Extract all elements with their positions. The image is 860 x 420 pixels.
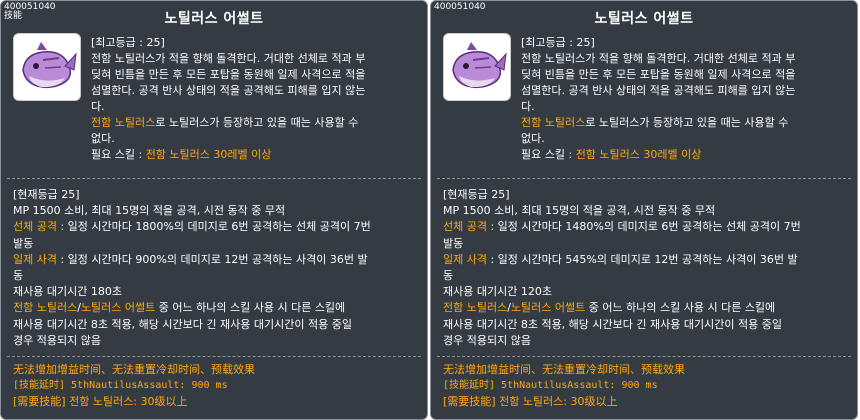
desc-line: 다. (91, 100, 105, 113)
desc-line: 전함 노틸러스가 적을 향해 돌격한다. 거대한 선체로 적과 부 (521, 52, 796, 65)
divider (437, 356, 851, 357)
required-skill: 필요 스킬 : 전함 노틸러스 30레벨 이상 (91, 147, 421, 163)
required-skill-value: 전함 노틸러스 30레벨 이상 (575, 148, 702, 161)
hull-attack-cont: 발동 (443, 236, 464, 250)
salvo-text: : 일정 시간마다 900%의 데미지로 12번 공격하는 사격이 36번 발 (56, 252, 368, 266)
skill-tooltip-left: 400051040 技能 노틸러스 어썰트 [최고등급 : 25] 전함 노틸러… (0, 0, 428, 420)
footer-delay: [技能延时] 5thNautilusAssault: 900 ms (13, 380, 228, 391)
skill-description: [최고등급 : 25] 전함 노틸러스가 적을 향해 돌격한다. 거대한 선체로… (521, 35, 851, 163)
skill-title: 노틸러스 어썰트 (164, 11, 264, 27)
current-level: [현재등급 25] (443, 188, 510, 201)
divider (7, 178, 421, 179)
cooldown: 재사용 대기시간 180초 (13, 285, 122, 299)
shared-skill-a: 전함 노틸러스 (13, 301, 78, 315)
skill-tooltip-right: 400051040 노틸러스 어썰트 [최고등급 : 25] 전함 노틸러스가 … (430, 0, 858, 420)
max-level: [최고등급 : 25] (91, 36, 165, 49)
salvo-cont: 동 (13, 269, 24, 283)
shared-text: 중 어느 하나의 스킬 사용 시 다른 스킬에 (155, 301, 346, 315)
nautilus-whale-icon (443, 33, 511, 101)
cooldown: 재사용 대기시간 120초 (443, 285, 552, 299)
current-level: [현재등급 25] (13, 188, 80, 201)
footer-flags: 无法增加增益时间、无法重置冷却时间、预载效果 (13, 363, 255, 376)
skill-description: [최고등급 : 25] 전함 노틸러스가 적을 향해 돌격한다. 거대한 선체로… (91, 35, 421, 163)
divider (437, 178, 851, 179)
desc-line: 섬멸한다. 공격 반사 상태의 적을 공격해도 피해를 입지 않는 (91, 84, 366, 97)
hull-attack-text: : 일정 시간마다 1800%의 데미지로 6번 공격하는 선체 공격이 7번 (56, 220, 371, 234)
salvo-cont: 동 (443, 269, 454, 283)
desc-line: 딪혀 빈틈을 만든 후 모든 포탑을 동원해 일제 사격으로 적을 (91, 68, 366, 81)
hull-attack-line: 선체 공격 : 일정 시간마다 1800%의 데미지로 6번 공격하는 선체 공… (13, 219, 423, 235)
shared-cooldown-cont: 경우 적용되지 않음 (13, 333, 101, 347)
shared-skill-a: 전함 노틸러스 (443, 301, 508, 315)
shared-skill-b: 노틸러스 어썰트 (80, 301, 156, 315)
condition-skill-name: 전함 노틸러스 (521, 116, 586, 129)
mp-cost-line: MP 1500 소비, 최대 15명의 적을 공격, 시전 동작 중 무적 (443, 204, 716, 218)
usage-condition-cont: 없다. (91, 132, 115, 145)
usage-condition-cont: 없다. (521, 132, 545, 145)
condition-skill-name: 전함 노틸러스 (91, 116, 156, 129)
usage-condition: 전함 노틸러스로 노틸러스가 등장하고 있을 때는 사용할 수 (91, 115, 421, 131)
shared-text: 중 어느 하나의 스킬 사용 시 다른 스킬에 (585, 301, 776, 315)
current-level-info: [현재등급 25] MP 1500 소비, 최대 15명의 적을 공격, 시전 … (13, 187, 423, 349)
footer-required: [需要技能] 전함 노틸러스: 30级以上 (13, 395, 188, 408)
required-skill-value: 전함 노틸러스 30레벨 이상 (145, 148, 272, 161)
shared-cooldown-cont: 재사용 대기시간 8초 적용, 해당 시간보다 긴 재사용 대기시간이 적용 중… (443, 317, 782, 331)
footer-required: [需要技能] 전함 노틸러스: 30级以上 (443, 395, 618, 408)
salvo-line: 일제 사격 : 일정 시간마다 545%의 데미지로 12번 공격하는 사격이 … (443, 252, 853, 268)
usage-condition: 전함 노틸러스로 노틸러스가 등장하고 있을 때는 사용할 수 (521, 115, 851, 131)
hull-attack-cont: 발동 (13, 236, 34, 250)
salvo-label: 일제 사격 (13, 252, 57, 266)
shared-skill-b: 노틸러스 어썰트 (510, 301, 586, 315)
shared-cooldown-cont: 재사용 대기시간 8초 적용, 해당 시간보다 긴 재사용 대기시간이 적용 중… (13, 317, 352, 331)
shared-cooldown-cont: 경우 적용되지 않음 (443, 333, 531, 347)
condition-text: 로 노틸러스가 등장하고 있을 때는 사용할 수 (585, 116, 789, 129)
footer-flags: 无法增加增益时间、无法重置冷却时间、预载效果 (443, 363, 685, 376)
footer-delay: [技能延时] 5thNautilusAssault: 900 ms (443, 380, 658, 391)
nautilus-whale-icon (13, 33, 81, 101)
required-skill: 필요 스킬 : 전함 노틸러스 30레벨 이상 (521, 147, 851, 163)
desc-line: 다. (521, 100, 535, 113)
footer-info: 无法增加增益时间、无法重置冷却时间、预载效果 [技能延时] 5thNautilu… (13, 362, 423, 410)
condition-text: 로 노틸러스가 등장하고 있을 때는 사용할 수 (155, 116, 359, 129)
desc-line: 딪혀 빈틈을 만든 후 모든 포탑을 동원해 일제 사격으로 적을 (521, 68, 796, 81)
max-level: [최고등급 : 25] (521, 36, 595, 49)
hull-attack-line: 선체 공격 : 일정 시간마다 1480%의 데미지로 6번 공격하는 선체 공… (443, 219, 853, 235)
skill-title: 노틸러스 어썰트 (594, 11, 694, 27)
desc-line: 전함 노틸러스가 적을 향해 돌격한다. 거대한 선체로 적과 부 (91, 52, 366, 65)
current-level-info: [현재등급 25] MP 1500 소비, 최대 15명의 적을 공격, 시전 … (443, 187, 853, 349)
mp-cost-line: MP 1500 소비, 최대 15명의 적을 공격, 시전 동작 중 무적 (13, 204, 286, 218)
hull-attack-label: 선체 공격 (443, 220, 487, 234)
salvo-line: 일제 사격 : 일정 시간마다 900%의 데미지로 12번 공격하는 사격이 … (13, 252, 423, 268)
salvo-text: : 일정 시간마다 545%의 데미지로 12번 공격하는 사격이 36번 발 (486, 252, 798, 266)
divider (7, 356, 421, 357)
salvo-label: 일제 사격 (443, 252, 487, 266)
shared-cooldown-line: 전함 노틸러스/노틸러스 어썰트 중 어느 하나의 스킬 사용 시 다른 스킬에 (443, 300, 853, 316)
required-skill-label: 필요 스킬 : (91, 148, 146, 161)
desc-line: 섬멸한다. 공격 반사 상태의 적을 공격해도 피해를 입지 않는 (521, 84, 796, 97)
shared-cooldown-line: 전함 노틸러스/노틸러스 어썰트 중 어느 하나의 스킬 사용 시 다른 스킬에 (13, 300, 423, 316)
footer-info: 无法增加增益时间、无法重置冷却时间、预载效果 [技能延时] 5thNautilu… (443, 362, 853, 410)
required-skill-label: 필요 스킬 : (521, 148, 576, 161)
hull-attack-text: : 일정 시간마다 1480%의 데미지로 6번 공격하는 선체 공격이 7번 (486, 220, 801, 234)
hull-attack-label: 선체 공격 (13, 220, 57, 234)
